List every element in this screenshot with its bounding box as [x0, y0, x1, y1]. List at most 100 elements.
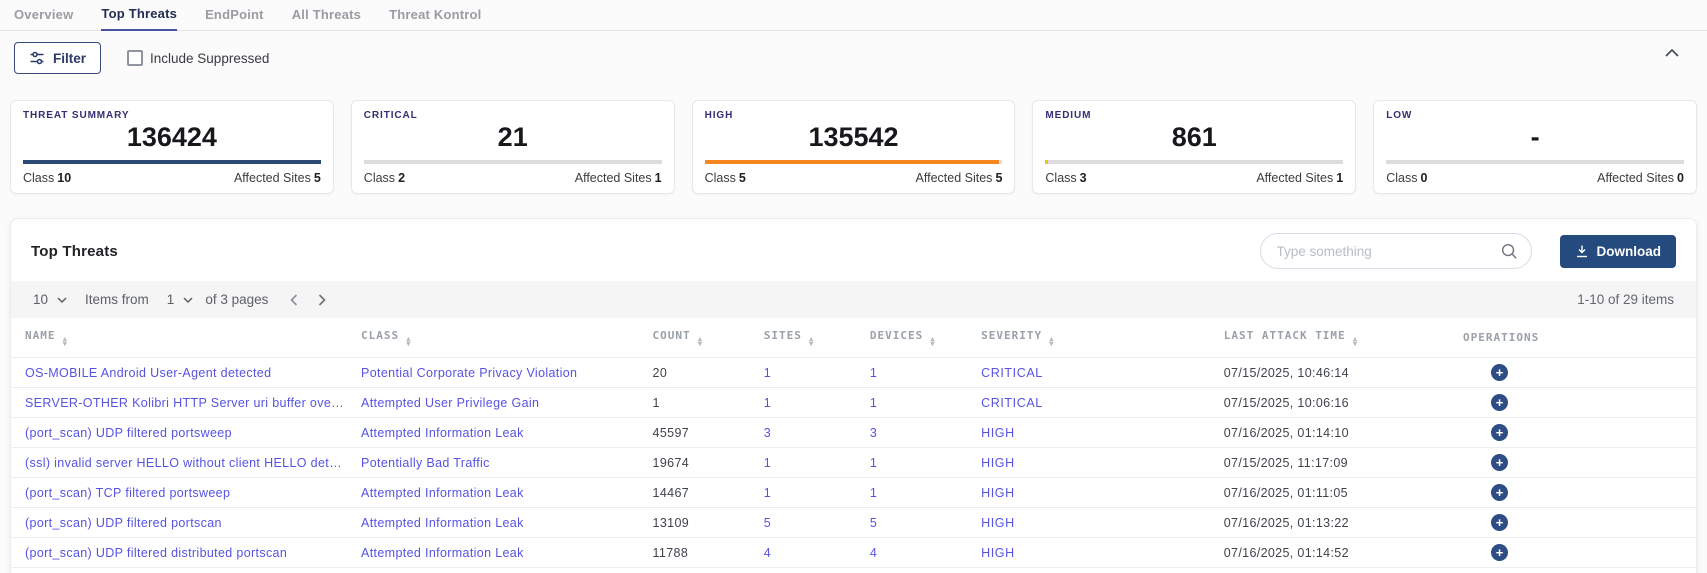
table-row: (ssl) invalid server HELLO without clien…	[11, 448, 1696, 478]
count-value: 9120	[645, 568, 756, 573]
severity-link[interactable]: HIGH	[973, 478, 1216, 508]
severity-link[interactable]: HIGH	[973, 538, 1216, 568]
summary-card-low: LOW-Class0Affected Sites0	[1373, 100, 1697, 194]
threat-name-link[interactable]: (port_scan) TCP filtered portsweep	[11, 478, 353, 508]
threat-class-link[interactable]: Attempted Information Leak	[353, 418, 645, 448]
threat-name-link[interactable]: OS-MOBILE Android User-Agent detected	[11, 358, 353, 388]
threat-name-link[interactable]: (port_scan) UDP filtered distributed por…	[11, 538, 353, 568]
collapse-panel-button[interactable]	[1665, 49, 1679, 57]
items-range-label: 1-10 of 29 items	[1577, 292, 1674, 307]
sites-link[interactable]: 1	[756, 388, 862, 418]
severity-link[interactable]: HIGH	[973, 418, 1216, 448]
tab-endpoint[interactable]: EndPoint	[205, 7, 264, 30]
threat-name-link[interactable]: (port_scan) ICMP filtered sweep	[11, 568, 353, 573]
threat-name-link[interactable]: (port_scan) UDP filtered portsweep	[11, 418, 353, 448]
expand-operations-button plus-circle-icon[interactable]: +	[1491, 424, 1508, 441]
tab-overview[interactable]: Overview	[14, 7, 73, 30]
card-affected-sites: Affected Sites1	[575, 171, 662, 185]
sites-link[interactable]: 2	[756, 568, 862, 573]
operations-cell: +	[1455, 418, 1696, 448]
threat-class-link[interactable]: Attempted User Privilege Gain	[353, 388, 645, 418]
expand-operations-button plus-circle-icon[interactable]: +	[1491, 544, 1508, 561]
column-header-name[interactable]: NAME▲▼	[11, 318, 353, 358]
column-header-sites[interactable]: SITES▲▼	[756, 318, 862, 358]
severity-link[interactable]: HIGH	[973, 568, 1216, 573]
tab-bar: Overview Top Threats EndPoint All Threats Th…	[0, 0, 1707, 31]
severity-link[interactable]: HIGH	[973, 448, 1216, 478]
card-class-count: Class3	[1045, 171, 1086, 185]
severity-link[interactable]: CRITICAL	[973, 358, 1216, 388]
devices-link[interactable]: 5	[862, 508, 973, 538]
sites-link[interactable]: 1	[756, 358, 862, 388]
expand-operations-button plus-circle-icon[interactable]: +	[1491, 364, 1508, 381]
sites-link[interactable]: 1	[756, 478, 862, 508]
threat-name-link[interactable]: SERVER-OTHER Kolibri HTTP Server uri buf…	[11, 388, 353, 418]
last-attack-time: 07/15/2025, 11:17:09	[1216, 448, 1455, 478]
threat-name-link[interactable]: (port_scan) UDP filtered portscan	[11, 508, 353, 538]
severity-progress-bar	[1386, 160, 1684, 164]
column-header-severity[interactable]: SEVERITY▲▼	[973, 318, 1216, 358]
column-header-count[interactable]: COUNT▲▼	[645, 318, 756, 358]
page-select[interactable]: 1	[167, 292, 194, 307]
top-threats-page: Overview Top Threats EndPoint All Threats Th…	[0, 0, 1707, 573]
search-icon[interactable]	[1500, 242, 1518, 265]
include-suppressed-checkbox[interactable]	[127, 50, 143, 66]
severity-progress-fill	[705, 160, 1000, 164]
last-attack-time: 07/15/2025, 10:06:16	[1216, 388, 1455, 418]
operations-cell: +	[1455, 508, 1696, 538]
devices-link[interactable]: 1	[862, 478, 973, 508]
card-title: CRITICAL	[364, 110, 662, 121]
threat-class-link[interactable]: Attempted Information Leak	[353, 478, 645, 508]
filter-row: Filter Include Suppressed	[0, 31, 1707, 84]
severity-link[interactable]: CRITICAL	[973, 388, 1216, 418]
tab-threat-kontrol[interactable]: Threat Kontrol	[389, 7, 481, 30]
include-suppressed-control[interactable]: Include Suppressed	[127, 50, 269, 66]
search-input[interactable]	[1260, 233, 1532, 269]
column-header-class[interactable]: CLASS▲▼	[353, 318, 645, 358]
threat-class-link[interactable]: Attempted Information Leak	[353, 538, 645, 568]
column-header-devices[interactable]: DEVICES▲▼	[862, 318, 973, 358]
column-header-last_attack_time[interactable]: LAST ATTACK TIME▲▼	[1216, 318, 1455, 358]
page-size-select[interactable]: 10	[33, 292, 67, 307]
prev-page-button[interactable]	[290, 294, 298, 306]
sites-link[interactable]: 4	[756, 538, 862, 568]
tab-all-threats[interactable]: All Threats	[292, 7, 361, 30]
card-footer: Class2Affected Sites1	[364, 171, 662, 185]
card-value: 135542	[705, 122, 1003, 153]
include-suppressed-label: Include Suppressed	[150, 51, 269, 66]
threat-class-link[interactable]: Attempted Information Leak	[353, 508, 645, 538]
sites-link[interactable]: 1	[756, 448, 862, 478]
devices-link[interactable]: 3	[862, 418, 973, 448]
devices-link[interactable]: 1	[862, 358, 973, 388]
sites-link[interactable]: 3	[756, 418, 862, 448]
expand-operations-button plus-circle-icon[interactable]: +	[1491, 484, 1508, 501]
expand-operations-button plus-circle-icon[interactable]: +	[1491, 394, 1508, 411]
sites-link[interactable]: 5	[756, 508, 862, 538]
devices-link[interactable]: 2	[862, 568, 973, 573]
threat-class-link[interactable]: Attempted Information Leak	[353, 568, 645, 573]
sort-icon: ▲▼	[1049, 337, 1055, 346]
summary-cards-row: THREAT SUMMARY136424Class10Affected Site…	[10, 100, 1697, 194]
expand-operations-button plus-circle-icon[interactable]: +	[1491, 514, 1508, 531]
card-value: -	[1386, 122, 1684, 153]
expand-operations-button plus-circle-icon[interactable]: +	[1491, 454, 1508, 471]
devices-link[interactable]: 4	[862, 538, 973, 568]
severity-link[interactable]: HIGH	[973, 508, 1216, 538]
chevron-down-icon	[57, 297, 67, 303]
card-affected-sites: Affected Sites5	[234, 171, 321, 185]
tab-top-threats[interactable]: Top Threats	[101, 6, 177, 31]
pagination-bar: 10 Items from 1 of 3 pages	[11, 281, 1696, 318]
threat-class-link[interactable]: Potentially Bad Traffic	[353, 448, 645, 478]
filter-button-label: Filter	[53, 51, 86, 66]
devices-link[interactable]: 1	[862, 388, 973, 418]
download-button[interactable]: Download	[1560, 235, 1677, 268]
severity-progress-bar	[1045, 160, 1343, 164]
next-page-button[interactable]	[318, 294, 326, 306]
filter-button[interactable]: Filter	[14, 42, 101, 74]
threat-name-link[interactable]: (ssl) invalid server HELLO without clien…	[11, 448, 353, 478]
last-attack-time: 07/16/2025, 01:13:22	[1216, 508, 1455, 538]
devices-link[interactable]: 1	[862, 448, 973, 478]
card-affected-sites: Affected Sites1	[1256, 171, 1343, 185]
card-affected-sites: Affected Sites0	[1597, 171, 1684, 185]
threat-class-link[interactable]: Potential Corporate Privacy Violation	[353, 358, 645, 388]
